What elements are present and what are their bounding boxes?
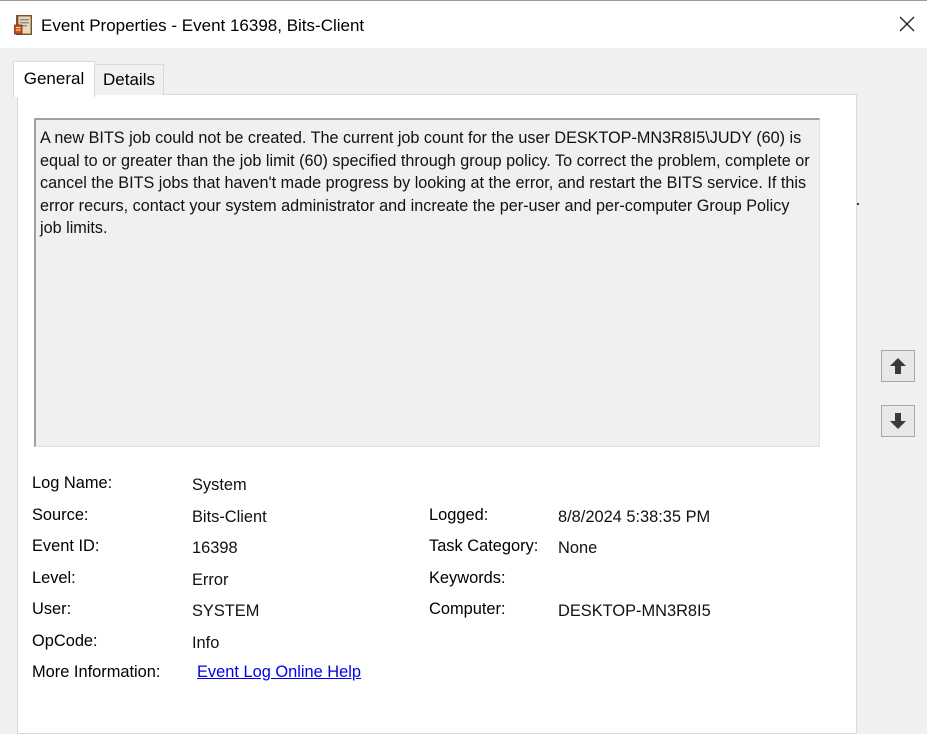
user-label: User:: [32, 600, 72, 618]
arrow-down-icon: [890, 413, 906, 429]
event-log-online-help-link[interactable]: Event Log Online Help: [197, 663, 361, 682]
level-value: Error: [192, 571, 229, 589]
close-icon: [899, 16, 915, 32]
more-information-label: More Information:: [32, 663, 161, 681]
tab-general[interactable]: General: [13, 61, 95, 97]
task-category-label: Task Category:: [429, 537, 539, 555]
logged-value: 8/8/2024 5:38:35 PM: [558, 508, 711, 526]
opcode-label: OpCode:: [32, 632, 98, 650]
log-name-value: System: [192, 476, 247, 494]
next-event-button[interactable]: [881, 405, 915, 437]
title-bar: Event Properties - Event 16398, Bits-Cli…: [0, 0, 927, 48]
separator-dot: [857, 203, 859, 205]
task-category-value: None: [558, 539, 598, 557]
user-value: SYSTEM: [192, 602, 260, 620]
source-label: Source:: [32, 506, 89, 524]
previous-event-button[interactable]: [881, 350, 915, 382]
event-description[interactable]: A new BITS job could not be created. The…: [34, 118, 820, 447]
level-label: Level:: [32, 569, 76, 587]
computer-value: DESKTOP-MN3R8I5: [558, 602, 711, 620]
window-title: Event Properties - Event 16398, Bits-Cli…: [41, 16, 365, 35]
arrow-up-icon: [890, 358, 906, 374]
source-value: Bits-Client: [192, 508, 267, 526]
keywords-label: Keywords:: [429, 569, 506, 587]
logged-label: Logged:: [429, 506, 489, 524]
event-id-value: 16398: [192, 539, 238, 557]
log-name-label: Log Name:: [32, 474, 113, 492]
close-button[interactable]: [887, 1, 927, 47]
computer-label: Computer:: [429, 600, 506, 618]
tab-details[interactable]: Details: [94, 64, 164, 95]
event-id-label: Event ID:: [32, 537, 100, 555]
opcode-value: Info: [192, 634, 220, 652]
event-viewer-icon: [14, 14, 34, 36]
